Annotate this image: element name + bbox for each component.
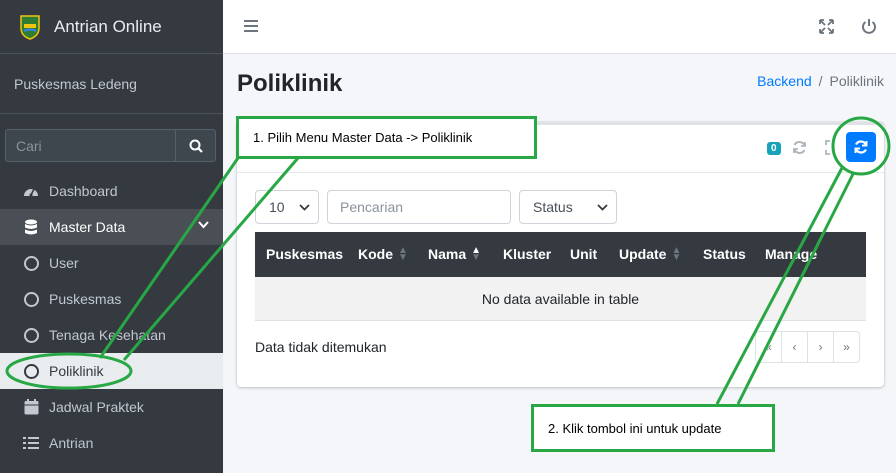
calendar-icon — [22, 398, 40, 416]
column-header-kluster[interactable]: Kluster — [503, 246, 551, 262]
search-icon — [189, 139, 203, 153]
maximize-icon[interactable] — [825, 140, 837, 155]
chevron-down-icon — [198, 221, 209, 229]
sidebar-nav: Dashboard Master Data User Puskesmas Ten… — [0, 173, 223, 461]
column-header-status[interactable]: Status — [703, 246, 746, 262]
sidebar-item-label: Puskesmas — [49, 291, 122, 307]
pagination: « ‹ › » — [755, 331, 860, 363]
sidebar-item-label: Master Data — [49, 219, 126, 235]
empty-table-message: No data available in table — [481, 290, 640, 307]
poliklinik-table: Puskesmas Kode ▲ ▼ Nama ▲ ▼ Kluster Unit Upd… — [255, 232, 866, 321]
column-header-update[interactable]: Update ▲ ▼ — [619, 245, 682, 263]
sidebar-item-label: Poliklinik — [49, 363, 104, 379]
sidebar: Antrian Online Puskesmas Ledeng Dashboar… — [0, 0, 223, 473]
breadcrumb: Backend / Poliklinik — [757, 73, 884, 89]
column-header-label: Kluster — [503, 246, 552, 262]
brand[interactable]: Antrian Online — [0, 0, 223, 54]
sidebar-item-jadwal-praktek[interactable]: Jadwal Praktek — [0, 389, 223, 425]
pagination-next-button[interactable]: › — [807, 331, 834, 363]
column-header-manage[interactable]: Manage — [765, 246, 817, 262]
status-select[interactable]: Status — [519, 190, 617, 224]
column-header-label: Puskesmas — [266, 246, 344, 262]
sidebar-item-puskesmas[interactable]: Puskesmas — [0, 281, 223, 317]
sort-ascending-icon: ▲ ▼ — [471, 245, 482, 263]
chevron-down-icon — [597, 203, 608, 211]
poliklinik-card: 0 10 Pencarian Status Puskesmas Kode ▲ ▼ N… — [237, 122, 884, 387]
power-icon[interactable] — [861, 18, 877, 34]
annotation-note-step-1: 1. Pilih Menu Master Data -> Poliklinik — [236, 116, 537, 159]
breadcrumb-home-link[interactable]: Backend — [757, 73, 811, 89]
circle-icon — [22, 326, 40, 344]
pagination-last-button[interactable]: » — [833, 331, 860, 363]
sidebar-item-poliklinik[interactable]: Poliklinik — [0, 353, 223, 389]
column-header-label: Update — [619, 246, 667, 262]
fullscreen-icon[interactable] — [819, 19, 834, 34]
hamburger-menu-icon[interactable] — [244, 19, 258, 33]
sidebar-search-button[interactable] — [175, 129, 216, 162]
brand-logo-icon — [20, 14, 40, 40]
sidebar-item-label: User — [49, 255, 79, 271]
topbar — [223, 0, 896, 54]
table-filters: 10 Pencarian Status — [255, 190, 617, 224]
sidebar-item-label: Antrian — [49, 435, 94, 451]
sort-icon: ▲ ▼ — [398, 245, 408, 263]
column-header-label: Manage — [765, 246, 818, 262]
column-header-puskesmas[interactable]: Puskesmas — [266, 246, 343, 262]
sidebar-item-tenaga-kesehatan[interactable]: Tenaga Kesehatan — [0, 317, 223, 353]
page-title: Poliklinik — [237, 70, 343, 97]
sidebar-search — [5, 129, 216, 162]
circle-icon — [22, 254, 40, 272]
status-select-value: Status — [533, 199, 573, 215]
sort-icon: ▲ ▼ — [671, 245, 682, 263]
sidebar-item-antrian[interactable]: Antrian — [0, 425, 223, 461]
breadcrumb-current: Poliklinik — [829, 73, 884, 89]
column-header-label: Kode — [358, 246, 393, 262]
tachometer-icon — [22, 182, 40, 200]
sidebar-item-label: Tenaga Kesehatan — [49, 327, 166, 343]
column-header-label: Status — [703, 246, 746, 262]
table-empty-row: No data available in table — [255, 277, 866, 321]
column-header-nama[interactable]: Nama ▲ ▼ — [428, 245, 482, 263]
brand-title: Antrian Online — [54, 16, 162, 36]
circle-icon — [22, 362, 40, 380]
count-badge: 0 — [767, 142, 781, 155]
user-name[interactable]: Puskesmas Ledeng — [0, 54, 223, 114]
table-search-input[interactable]: Pencarian — [327, 190, 511, 224]
sidebar-item-master-data[interactable]: Master Data — [0, 209, 223, 245]
column-header-kode[interactable]: Kode ▲ ▼ — [358, 245, 408, 263]
sync-icon — [854, 140, 868, 154]
page-length-select[interactable]: 10 — [255, 190, 319, 224]
sidebar-item-label: Jadwal Praktek — [49, 399, 144, 415]
table-info: Data tidak ditemukan — [255, 339, 387, 355]
update-button[interactable] — [846, 132, 876, 162]
database-icon — [22, 218, 40, 236]
table-search-placeholder: Pencarian — [340, 199, 404, 215]
sidebar-item-user[interactable]: User — [0, 245, 223, 281]
circle-icon — [22, 290, 40, 308]
chevron-down-icon — [299, 203, 310, 211]
column-header-label: Unit — [570, 246, 598, 262]
sidebar-search-input[interactable] — [5, 129, 175, 162]
pagination-first-button[interactable]: « — [755, 331, 782, 363]
sidebar-item-dashboard[interactable]: Dashboard — [0, 173, 223, 209]
refresh-icon[interactable] — [792, 140, 807, 155]
list-icon — [22, 434, 40, 452]
page-length-value: 10 — [269, 199, 285, 215]
column-header-unit[interactable]: Unit — [570, 246, 597, 262]
breadcrumb-separator: / — [818, 73, 823, 89]
annotation-note-step-2: 2. Klik tombol ini untuk update — [531, 404, 775, 452]
sidebar-item-label: Dashboard — [49, 183, 118, 199]
column-header-label: Nama — [428, 246, 467, 262]
table-header: Puskesmas Kode ▲ ▼ Nama ▲ ▼ Kluster Unit Upd… — [255, 232, 866, 277]
pagination-previous-button[interactable]: ‹ — [781, 331, 808, 363]
